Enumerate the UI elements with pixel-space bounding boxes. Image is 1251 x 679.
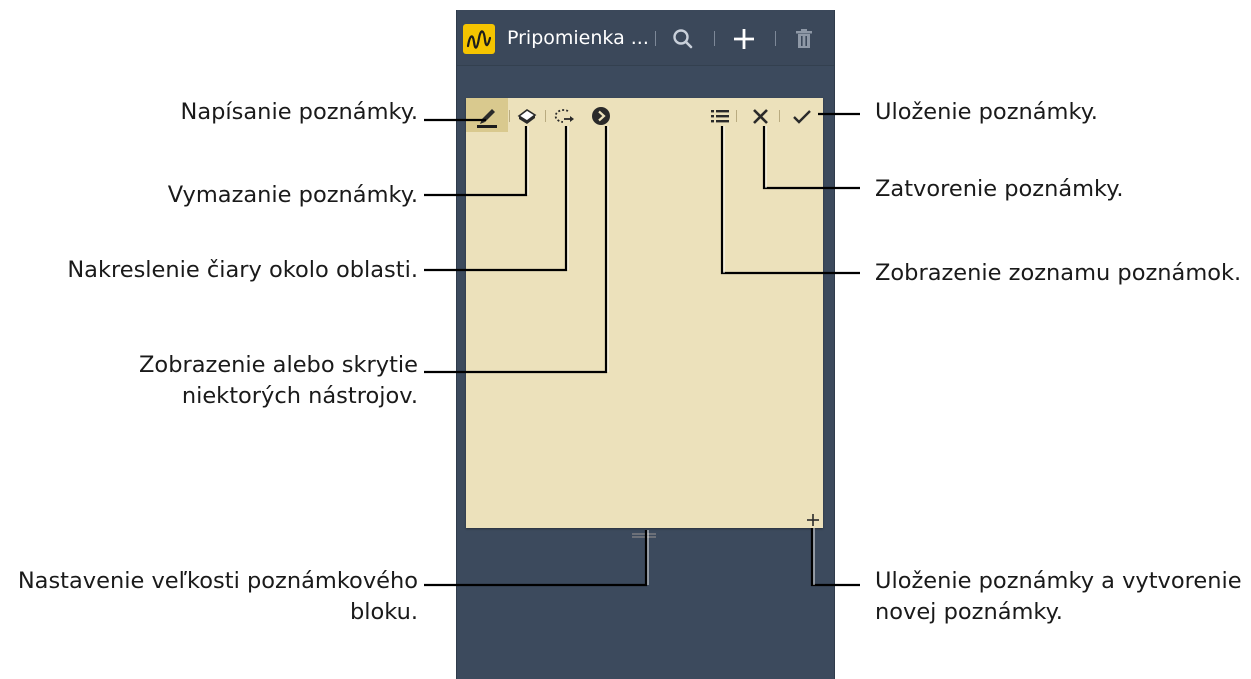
divider [714, 31, 715, 46]
divider [655, 31, 656, 46]
callout-toggle-tools-line2: niektorých nástrojov. [181, 383, 418, 409]
callout-save-new-line1: Uloženie poznámky a vytvorenie [875, 568, 1242, 594]
add-note-plus-icon[interactable] [805, 512, 821, 528]
callout-close-note: Zatvorenie poznámky. [875, 176, 1124, 202]
expand-arrow-icon[interactable] [588, 103, 614, 129]
search-icon[interactable] [668, 24, 698, 54]
divider [779, 110, 780, 122]
app-title: Pripomienka ... [507, 27, 649, 49]
divider [736, 110, 737, 122]
note-pad[interactable] [466, 98, 823, 538]
divider [509, 110, 510, 122]
plus-icon[interactable] [729, 24, 759, 54]
pen-scribble-icon[interactable] [463, 24, 495, 54]
callout-resize-line1: Nastavenie veľkosti poznámkového [17, 568, 418, 594]
callout-write-note: Napísanie poznámky. [180, 99, 418, 125]
checkmark-icon[interactable] [789, 103, 815, 129]
callout-save-note: Uloženie poznámky. [875, 99, 1098, 125]
callout-toggle-tools-line1: Zobrazenie alebo skrytie [139, 352, 418, 378]
phone-screen: Pripomienka ... [456, 10, 835, 679]
action-bar: Pripomienka ... [457, 10, 834, 66]
callout-save-new-line2: novej poznámky. [875, 599, 1063, 625]
close-icon[interactable] [748, 103, 774, 129]
callout-lasso: Nakreslenie čiary okolo oblasti. [67, 257, 418, 283]
eraser-icon[interactable] [514, 103, 540, 129]
resize-handle[interactable] [632, 525, 656, 538]
callout-resize-line2: bloku. [349, 599, 418, 625]
trash-icon[interactable] [789, 24, 819, 54]
divider [545, 110, 546, 122]
callout-erase-note: Vymazanie poznámky. [167, 182, 418, 208]
callout-list-notes: Zobrazenie zoznamu poznámok. [875, 260, 1242, 286]
lasso-icon[interactable] [550, 103, 576, 129]
list-icon[interactable] [707, 103, 733, 129]
divider [775, 31, 776, 46]
pen-tool-button[interactable] [466, 98, 508, 132]
